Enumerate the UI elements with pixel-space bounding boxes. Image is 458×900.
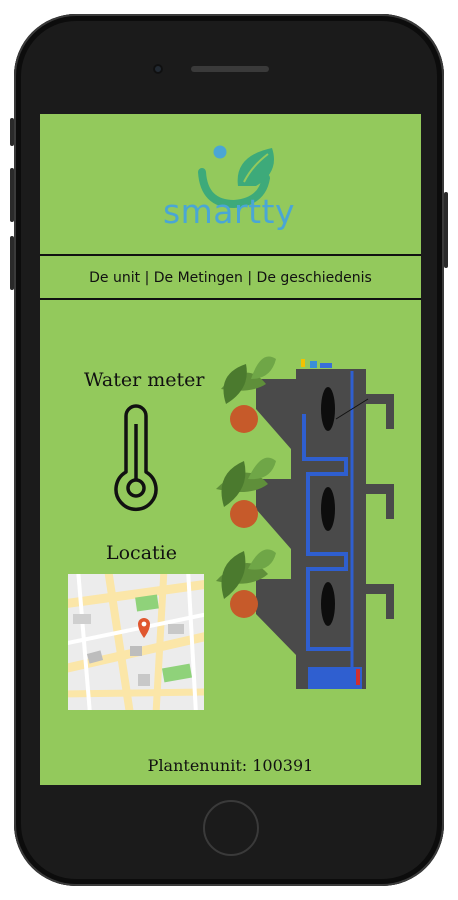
volume-down-button [10, 236, 14, 290]
nav-top-divider [40, 254, 421, 256]
nav-link-measurements[interactable]: De Metingen [154, 270, 243, 286]
location-title: Locatie [106, 542, 177, 564]
nav-link-history[interactable]: De geschiedenis [257, 270, 372, 286]
plant-unit-label: Plantenunit: [147, 756, 248, 775]
plant-unit-value: 100391 [252, 756, 314, 775]
thermometer-icon[interactable] [106, 404, 166, 512]
nav-separator: | [140, 270, 154, 286]
power-button [444, 192, 448, 268]
nav-bottom-divider [40, 298, 421, 300]
location-map[interactable] [68, 574, 204, 710]
main-nav: De unit | De Metingen | De geschiedenis [40, 259, 421, 297]
mute-switch [10, 118, 14, 146]
volume-up-button [10, 168, 14, 222]
nav-separator: | [242, 270, 257, 286]
water-meter-title: Water meter [84, 369, 205, 391]
brand-name: smartty [162, 192, 296, 231]
plant-unit-id: Plantenunit: 100391 [40, 756, 421, 775]
plant-tower-illustration [216, 356, 394, 689]
nav-link-unit[interactable]: De unit [89, 270, 140, 286]
earpiece-speaker [191, 66, 269, 72]
app-screen: smartty De unit | De Metingen | De gesch… [40, 114, 421, 785]
home-button[interactable] [203, 800, 259, 856]
front-camera [153, 64, 163, 74]
